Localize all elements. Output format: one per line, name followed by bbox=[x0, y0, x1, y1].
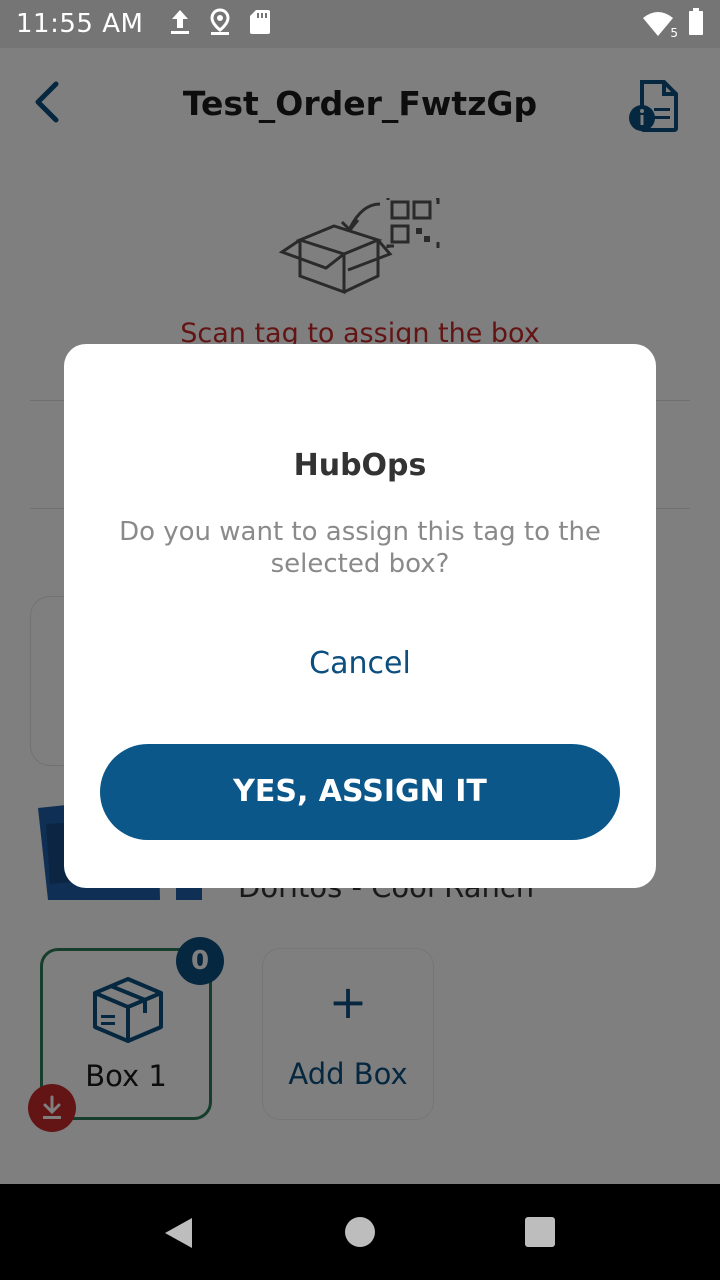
sd-card-icon bbox=[249, 8, 271, 41]
upload-icon bbox=[169, 8, 191, 41]
navigation-bar bbox=[0, 1184, 720, 1280]
battery-icon bbox=[688, 7, 704, 41]
status-icons-left bbox=[169, 7, 271, 41]
nav-home-button[interactable] bbox=[345, 1217, 375, 1247]
triangle-back-icon bbox=[165, 1218, 192, 1248]
cancel-button[interactable]: Cancel bbox=[260, 638, 460, 690]
status-icons-right: 5 bbox=[642, 7, 704, 41]
status-time: 11:55 AM bbox=[16, 9, 144, 39]
nav-back-button[interactable] bbox=[162, 1216, 194, 1255]
assign-tag-dialog: HubOps Do you want to assign this tag to… bbox=[64, 344, 656, 888]
location-icon bbox=[209, 7, 231, 41]
status-bar: 11:55 AM 5 bbox=[0, 0, 720, 48]
nav-recents-button[interactable] bbox=[525, 1217, 555, 1247]
wifi-icon: 5 bbox=[642, 10, 678, 40]
dialog-message: Do you want to assign this tag to the se… bbox=[119, 517, 601, 579]
confirm-assign-button[interactable]: YES, ASSIGN IT bbox=[100, 744, 620, 840]
dialog-title: HubOps bbox=[293, 448, 427, 483]
wifi-badge: 5 bbox=[670, 26, 678, 40]
